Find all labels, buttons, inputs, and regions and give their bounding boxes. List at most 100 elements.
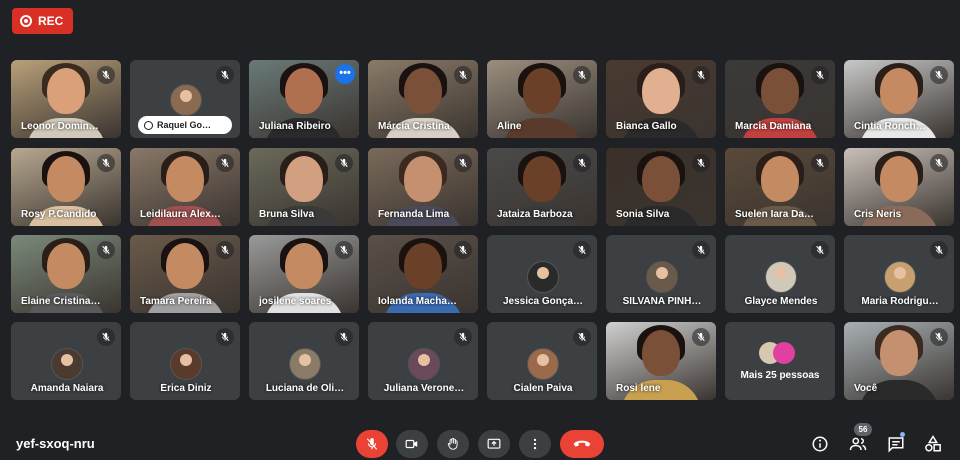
participant-face <box>523 68 561 114</box>
bottom-bar: yef-sxoq-nru <box>0 420 960 460</box>
participant-tile[interactable]: ••• Juliana Ribeiro <box>249 60 359 138</box>
mic-off-icon <box>573 154 591 172</box>
mic-off-icon <box>366 438 378 450</box>
pin-icon <box>144 120 153 130</box>
participant-tile[interactable]: Érica Diniz <box>130 322 240 400</box>
participant-face <box>642 68 680 114</box>
participant-name: Jessica Gonça… <box>502 296 584 307</box>
mic-toggle-button[interactable] <box>356 430 388 458</box>
mic-off-icon <box>97 66 115 84</box>
participant-tile[interactable]: Márcia Cristina <box>368 60 478 138</box>
participant-name: josilene soares <box>259 296 332 307</box>
avatar <box>170 84 202 116</box>
avatar <box>289 348 321 380</box>
participant-face <box>166 243 204 289</box>
participant-tile[interactable]: Glayce Mendes <box>725 235 835 313</box>
mic-off-icon <box>454 241 472 259</box>
participant-name: Cris Neris <box>854 209 902 220</box>
participant-name: Luciana de Oli… <box>265 383 345 394</box>
participant-face <box>285 156 323 202</box>
participant-tile[interactable]: Rosi lene <box>606 322 716 400</box>
participant-tile[interactable]: Fernanda Lima <box>368 148 478 226</box>
more-options-button[interactable] <box>519 430 551 458</box>
participant-tile[interactable]: Sonia Silva <box>606 148 716 226</box>
more-participants-avatars <box>759 342 803 364</box>
participant-name: Rosy P.Candido <box>21 209 97 220</box>
participant-tile[interactable]: Cris Neris <box>844 148 954 226</box>
participant-tile[interactable]: Elaine Cristina… <box>11 235 121 313</box>
participant-name: Cialen Paiva <box>513 383 573 394</box>
participant-tile[interactable]: Mais 25 pessoas <box>725 322 835 400</box>
activities-button[interactable] <box>921 432 945 456</box>
meeting-details-button[interactable] <box>808 432 832 456</box>
mic-off-icon <box>573 241 591 259</box>
avatar <box>765 261 797 293</box>
participant-face <box>761 156 799 202</box>
participant-name: SILVANA PINH… <box>622 296 702 307</box>
more-vert-icon <box>533 438 537 450</box>
mic-off-icon <box>573 66 591 84</box>
participant-tile[interactable]: josilene soares <box>249 235 359 313</box>
participant-tile[interactable]: Tamara Pereira <box>130 235 240 313</box>
participant-face <box>404 243 442 289</box>
participant-name: Raquel Go… <box>157 120 212 130</box>
present-screen-button[interactable] <box>478 430 510 458</box>
mic-off-icon <box>216 241 234 259</box>
participant-face <box>166 156 204 202</box>
participant-face <box>880 330 918 376</box>
mic-off-icon <box>930 154 948 172</box>
participant-face <box>404 68 442 114</box>
mic-off-icon <box>811 241 829 259</box>
participant-name: Bianca Gallo <box>616 121 677 132</box>
participant-tile[interactable]: Maria Rodrigu… <box>844 235 954 313</box>
mic-off-icon <box>811 66 829 84</box>
participant-tile[interactable]: Luciana de Oli… <box>249 322 359 400</box>
participant-name: Maria Rodrigu… <box>861 296 939 307</box>
participant-tile[interactable]: Jessica Gonça… <box>487 235 597 313</box>
participant-tile[interactable]: Suelen Iara Da… <box>725 148 835 226</box>
mic-off-icon <box>692 241 710 259</box>
leave-call-button[interactable] <box>560 430 604 458</box>
raise-hand-button[interactable] <box>437 430 469 458</box>
participant-name: Rosi lene <box>616 383 661 394</box>
participant-tile[interactable]: Iolanda Macha… <box>368 235 478 313</box>
participant-tile[interactable]: Bruna Silva <box>249 148 359 226</box>
participant-tile[interactable]: Bianca Gallo <box>606 60 716 138</box>
participant-name: Juliana Verone… <box>383 383 465 394</box>
hangup-icon <box>573 440 591 447</box>
participant-face <box>761 68 799 114</box>
participant-tile[interactable]: Você <box>844 322 954 400</box>
info-icon <box>812 436 828 452</box>
participant-tile[interactable]: Juliana Verone… <box>368 322 478 400</box>
more-options-icon[interactable]: ••• <box>335 64 355 84</box>
participant-tile[interactable]: Aline <box>487 60 597 138</box>
participant-name: Bruna Silva <box>259 209 315 220</box>
participant-face <box>285 243 323 289</box>
participant-tile[interactable]: Leonor Domin… <box>11 60 121 138</box>
camera-toggle-button[interactable] <box>396 430 428 458</box>
participant-tile[interactable]: Rosy P.Candido <box>11 148 121 226</box>
camera-icon <box>405 439 418 449</box>
participant-name: Leonor Domin… <box>21 121 99 132</box>
participant-name: Cintia Ronch… <box>854 121 926 132</box>
participant-face <box>47 156 85 202</box>
participant-tile[interactable]: Raquel Go… <box>130 60 240 138</box>
mic-off-icon <box>97 328 115 346</box>
participant-face <box>285 68 323 114</box>
participant-tile[interactable]: Cialen Paiva <box>487 322 597 400</box>
participant-tile[interactable]: Jataiza Barboza <box>487 148 597 226</box>
recording-label: REC <box>38 14 64 28</box>
participant-tile[interactable]: SILVANA PINH… <box>606 235 716 313</box>
participant-tile[interactable]: Marcia Damiana <box>725 60 835 138</box>
participant-tile[interactable]: Cintia Ronch… <box>844 60 954 138</box>
participant-face <box>523 156 561 202</box>
mic-off-icon <box>692 66 710 84</box>
avatar <box>646 261 678 293</box>
participant-tile[interactable]: Amanda Naiara <box>11 322 121 400</box>
avatar <box>527 261 559 293</box>
participant-name: Iolanda Macha… <box>378 296 457 307</box>
participant-name: Tamara Pereira <box>140 296 212 307</box>
mic-off-icon <box>216 66 234 84</box>
more-participants-label: Mais 25 pessoas <box>740 370 820 381</box>
participant-tile[interactable]: Leidilaura Alex… <box>130 148 240 226</box>
